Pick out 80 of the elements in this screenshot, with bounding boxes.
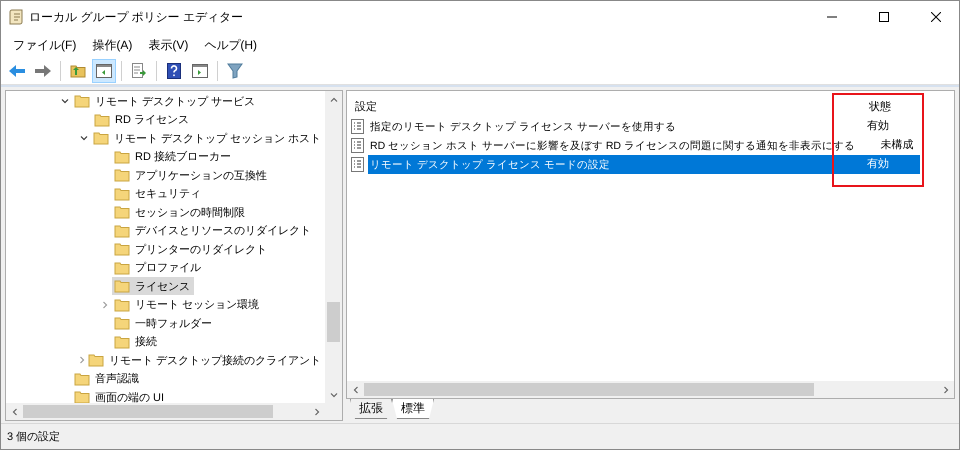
state-cell-text: 未構成: [879, 138, 914, 153]
folder-icon: [114, 298, 130, 312]
maximize-icon: [879, 12, 889, 22]
tree-item[interactable]: プリンターのリダイレクト: [112, 240, 271, 258]
folder-icon: [74, 372, 90, 386]
folder-icon: [94, 112, 110, 127]
tree-item[interactable]: リモート デスクトップ セッション ホスト: [90, 129, 325, 148]
scroll-left-icon[interactable]: [352, 386, 360, 394]
scrollbar-thumb[interactable]: [23, 405, 273, 418]
view-tab[interactable]: 標準: [392, 399, 434, 419]
tree-item[interactable]: デバイスとリソースのリダイレクト: [112, 222, 315, 240]
tree-pane-icon: [96, 64, 112, 78]
folder-icon: [114, 279, 130, 294]
forward-arrow-icon: [34, 64, 52, 78]
status-text: 3 個の設定: [7, 430, 60, 444]
tree-item[interactable]: プロファイル: [112, 258, 205, 277]
folder-icon: [74, 94, 90, 108]
horizontal-scrollbar[interactable]: [347, 381, 954, 398]
folder-icon: [114, 224, 130, 238]
view-tab[interactable]: 拡張: [350, 399, 392, 419]
folder-icon: [88, 353, 104, 368]
chevron-right-icon[interactable]: [101, 300, 109, 309]
state-cell: 有効: [836, 155, 920, 174]
folder-icon: [114, 260, 130, 275]
setting-name[interactable]: リモート デスクトップ ライセンス モードの設定: [368, 155, 836, 174]
tree-item[interactable]: 一時フォルダー: [112, 314, 216, 332]
export-list-icon: [131, 62, 147, 78]
document-icon: [351, 119, 364, 134]
tree-item[interactable]: RD 接続ブローカー: [112, 148, 235, 166]
scroll-app-icon: [9, 9, 23, 25]
tree-item[interactable]: 音声認識: [72, 370, 143, 388]
scroll-up-icon[interactable]: [330, 96, 338, 104]
vertical-scrollbar[interactable]: [325, 91, 342, 403]
chevron-down-icon[interactable]: [61, 97, 69, 106]
tree-item[interactable]: リモート セッション環境: [112, 296, 264, 314]
tree-item[interactable]: リモート デスクトップ サービス: [72, 92, 260, 110]
panel-icon: [192, 64, 208, 78]
horizontal-scrollbar[interactable]: [6, 403, 342, 420]
document-icon: [351, 157, 364, 172]
folder-icon: [92, 131, 109, 146]
folder-icon: [114, 186, 130, 201]
menu-item[interactable]: 操作(A): [84, 34, 140, 56]
back-arrow-icon: [8, 64, 26, 78]
column-header[interactable]: 設定: [351, 98, 836, 114]
tree-item[interactable]: セキュリティ: [112, 184, 205, 203]
folder-up-icon: [70, 64, 86, 78]
window-title: ローカル グループ ポリシー エディター: [29, 8, 244, 26]
tree-item[interactable]: 画面の端の UI: [72, 388, 168, 403]
filter-icon: [227, 62, 243, 78]
menu-item[interactable]: ヘルプ(H): [196, 34, 265, 56]
tree-item[interactable]: リモート デスクトップ接続のクライアント: [86, 351, 325, 370]
folder-icon: [114, 205, 130, 220]
setting-name[interactable]: 指定のリモート デスクトップ ライセンス サーバーを使用する: [368, 117, 836, 136]
tree-item[interactable]: ライセンス: [112, 277, 194, 296]
menu-item[interactable]: 表示(V): [140, 34, 196, 56]
scroll-right-icon[interactable]: [942, 386, 950, 394]
folder-icon: [114, 168, 130, 182]
chevron-down-icon[interactable]: [80, 134, 88, 142]
column-header[interactable]: 状態: [836, 98, 920, 114]
help-icon: [167, 62, 181, 78]
folder-icon: [114, 150, 130, 164]
tree-item[interactable]: RD ライセンス: [92, 110, 193, 129]
menu-item[interactable]: ファイル(F): [5, 34, 84, 56]
tree-item[interactable]: アプリケーションの互換性: [112, 166, 271, 184]
folder-icon: [114, 316, 130, 330]
scroll-left-icon[interactable]: [10, 408, 18, 416]
state-cell-text: 有効: [866, 119, 890, 134]
scroll-right-icon[interactable]: [312, 408, 320, 416]
folder-icon: [114, 242, 130, 256]
tree-toggle-button[interactable]: [92, 58, 116, 82]
document-icon: [351, 138, 364, 153]
close-icon: [931, 12, 941, 22]
chevron-right-icon[interactable]: [78, 356, 86, 364]
scroll-down-icon[interactable]: [330, 390, 338, 398]
tree-item[interactable]: セッションの時間制限: [112, 203, 249, 222]
scrollbar-thumb[interactable]: [327, 302, 340, 342]
tree-item[interactable]: 接続: [112, 332, 161, 351]
folder-icon: [114, 334, 130, 349]
setting-name[interactable]: RD セッション ホスト サーバーに影響を及ぼす RD ライセンスの問題に関する通知を非表示にする: [368, 136, 855, 155]
scrollbar-thumb[interactable]: [364, 383, 814, 396]
